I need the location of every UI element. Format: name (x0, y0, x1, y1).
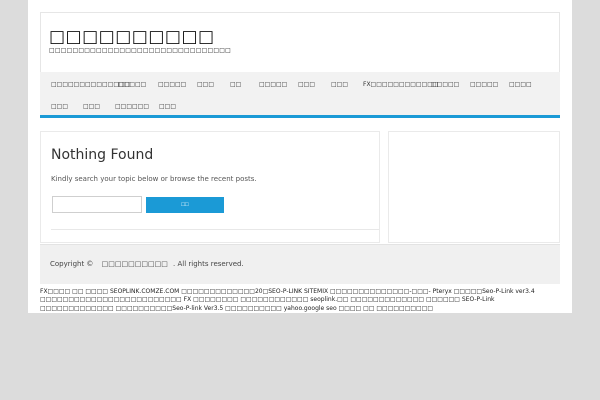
copyright-rights: . All rights reserved. (173, 260, 244, 268)
nav-item-3[interactable]: □□□□□ (158, 81, 186, 88)
content-divider (51, 229, 379, 230)
nav-item-8[interactable]: □□□ (331, 81, 348, 88)
nav-item-7[interactable]: □□□ (298, 81, 315, 88)
page-container: □□□□□□□□□□ □□□□□□□□□□□□□□□□□□□□□□□□□□□□□… (28, 0, 572, 313)
footer-links-text[interactable]: FX□□□□ □□ □□□□ SEOPLINK.COMZE.COM □□□□□□… (40, 288, 560, 313)
content-area: Nothing Found Kindly search your topic b… (40, 131, 380, 243)
not-found-title: Nothing Found (51, 147, 154, 163)
nav-item-6[interactable]: □□□□□ (259, 81, 287, 88)
copyright-prefix: Copyright © (50, 260, 94, 268)
search-input[interactable] (52, 196, 142, 213)
sidebar (388, 131, 560, 243)
nav-item-15[interactable]: □□□□□□ (115, 103, 149, 110)
footer-site-link[interactable]: □□□□□□□□□□ (102, 260, 168, 268)
nav-item-11[interactable]: □□□□□ (470, 81, 498, 88)
nav-item-12[interactable]: □□□□ (509, 81, 532, 88)
nav-item-16[interactable]: □□□ (159, 103, 176, 110)
nav-item-4[interactable]: □□□ (197, 81, 214, 88)
main-nav: □□□□□□□□□□□□□□ □□□□□ □□□□□ □□□ □□ □□□□□ … (40, 72, 560, 118)
site-description: □□□□□□□□□□□□□□□□□□□□□□□□□□□□□□□ (49, 47, 231, 54)
nav-item-10[interactable]: □□□□□ (431, 81, 459, 88)
nav-item-14[interactable]: □□□ (83, 103, 100, 110)
nav-item-2[interactable]: □□□□□ (118, 81, 146, 88)
nav-item-13[interactable]: □□□ (51, 103, 68, 110)
site-title[interactable]: □□□□□□□□□□ (49, 27, 215, 47)
not-found-message: Kindly search your topic below or browse… (51, 175, 257, 183)
nav-item-5[interactable]: □□ (230, 81, 241, 88)
site-footer: Copyright © □□□□□□□□□□ . All rights rese… (40, 244, 560, 284)
search-button[interactable]: □□ (146, 197, 224, 213)
site-header: □□□□□□□□□□ □□□□□□□□□□□□□□□□□□□□□□□□□□□□□… (40, 12, 560, 72)
nav-item-9[interactable]: FX□□□□□□□□□□□□ (363, 81, 439, 88)
copyright-text: Copyright © □□□□□□□□□□ . All rights rese… (50, 260, 244, 268)
